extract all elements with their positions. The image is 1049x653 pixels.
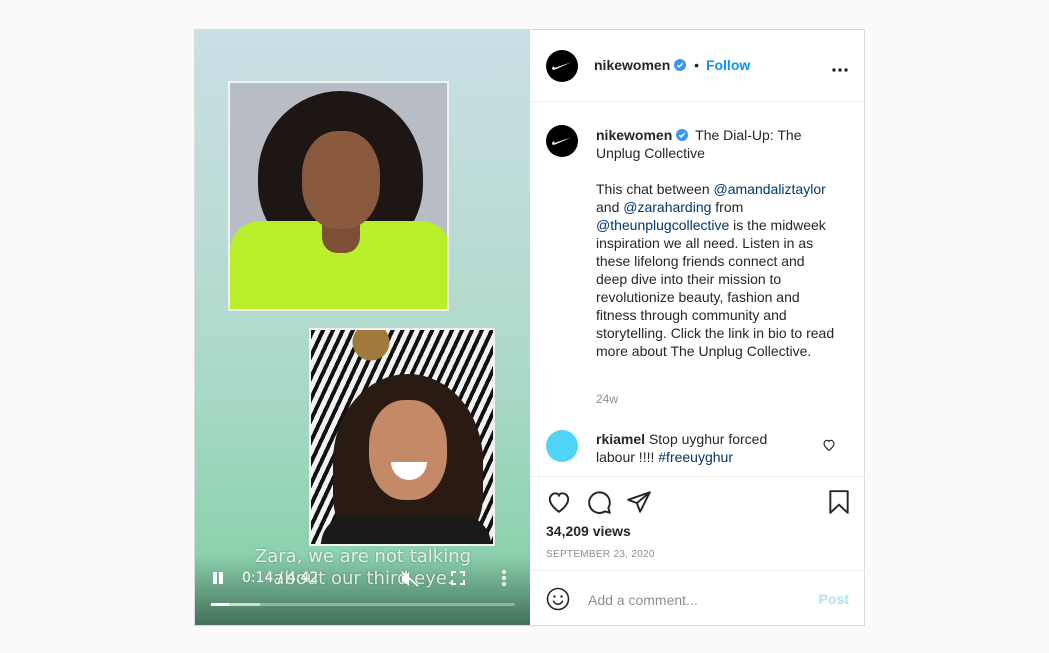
caption-body-and: and: [596, 199, 624, 215]
post-dialog: Zara, we are not talking about our third…: [194, 29, 865, 626]
like-heart-icon[interactable]: [546, 489, 572, 515]
comment-like-heart-icon[interactable]: [822, 438, 836, 452]
video-player[interactable]: Zara, we are not talking about our third…: [195, 30, 530, 625]
pause-icon[interactable]: [211, 571, 225, 585]
caption-username[interactable]: nikewomen: [596, 127, 672, 143]
header-username[interactable]: nikewomen: [594, 57, 670, 73]
nike-swoosh-icon: [552, 137, 572, 145]
mention-zaraharding[interactable]: @zaraharding: [623, 199, 711, 215]
fullscreen-icon[interactable]: [451, 571, 465, 585]
post-caption: nikewomen The Dial-Up: The Unplug Collec…: [596, 126, 836, 360]
verified-badge-icon: [674, 59, 687, 71]
comment: rkiamel Stop uyghur forced labour !!!! #…: [596, 430, 796, 466]
share-paper-plane-icon[interactable]: [626, 489, 652, 515]
verified-badge-icon: [676, 129, 689, 141]
nike-swoosh-icon: [552, 62, 572, 70]
header-user: nikewomen • Follow: [594, 57, 750, 73]
post-header: nikewomen • Follow: [530, 30, 864, 102]
post-date[interactable]: SEPTEMBER 23, 2020: [546, 549, 655, 560]
emoji-icon[interactable]: [546, 587, 570, 611]
hashtag-freeuyghur[interactable]: #freeuyghur: [658, 449, 733, 465]
mention-theunplugcollective[interactable]: @theunplugcollective: [596, 217, 729, 233]
caption-avatar[interactable]: [546, 125, 578, 157]
comment-username[interactable]: rkiamel: [596, 431, 645, 447]
caption-body-intro: This chat between: [596, 181, 714, 197]
commenter-avatar[interactable]: [546, 430, 578, 462]
muted-speaker-icon[interactable]: [401, 571, 419, 587]
header-separator: •: [694, 57, 700, 73]
comment-bubble-icon[interactable]: [586, 489, 612, 515]
follow-button[interactable]: Follow: [706, 57, 750, 73]
caption-age[interactable]: 24w: [596, 392, 618, 406]
video-subtitle-line-1: Zara, we are not talking: [254, 546, 472, 567]
comment-input[interactable]: [586, 585, 810, 615]
video-time: 0:14 / 4:42: [242, 570, 319, 586]
mention-amandaliztaylor[interactable]: @amandaliztaylor: [714, 181, 826, 197]
comments-section[interactable]: nikewomen The Dial-Up: The Unplug Collec…: [530, 102, 865, 475]
video-played-bar: [211, 603, 230, 606]
post-comment-button[interactable]: Post: [819, 591, 849, 607]
caption-body-from: from: [711, 199, 744, 215]
save-bookmark-icon[interactable]: [826, 489, 852, 515]
video-tile-zara: [309, 328, 495, 546]
caption-body-rest: is the midweek inspiration we all need. …: [596, 217, 835, 359]
avatar[interactable]: [546, 50, 578, 82]
video-progress-bar[interactable]: [211, 603, 515, 606]
more-horizontal-icon[interactable]: [832, 56, 848, 77]
video-tile-amanda: [228, 81, 449, 311]
add-comment-bar: Post: [530, 570, 865, 626]
post-side-panel: nikewomen • Follow nikewomen The Dial-Up…: [530, 30, 865, 626]
view-count[interactable]: 34,209 views: [546, 523, 631, 539]
video-more-icon[interactable]: [501, 570, 507, 586]
